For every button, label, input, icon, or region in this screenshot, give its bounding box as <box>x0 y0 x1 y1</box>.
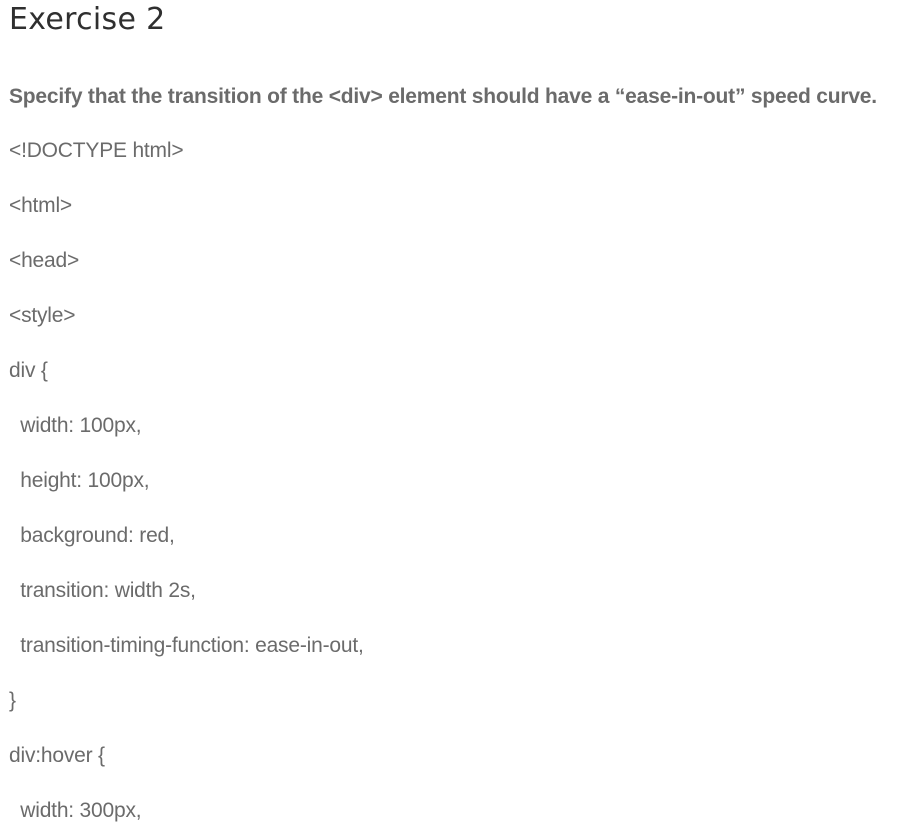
code-line: width: 300px, <box>9 799 142 822</box>
exercise-instruction: Specify that the transition of the <div>… <box>9 85 877 108</box>
code-line: <html> <box>9 194 72 217</box>
code-line: div:hover { <box>9 744 105 767</box>
code-line: <style> <box>9 304 76 327</box>
code-line: div { <box>9 359 48 382</box>
code-line: <head> <box>9 249 80 272</box>
code-line: transition-timing-function: ease-in-out, <box>9 634 364 657</box>
code-line: transition: width 2s, <box>9 579 196 602</box>
exercise-heading: Exercise 2 <box>9 2 166 37</box>
code-line: height: 100px, <box>9 469 150 492</box>
code-line: } <box>9 689 16 712</box>
code-line: <!DOCTYPE html> <box>9 139 184 162</box>
code-line: width: 100px, <box>9 414 142 437</box>
code-line: background: red, <box>9 524 175 547</box>
